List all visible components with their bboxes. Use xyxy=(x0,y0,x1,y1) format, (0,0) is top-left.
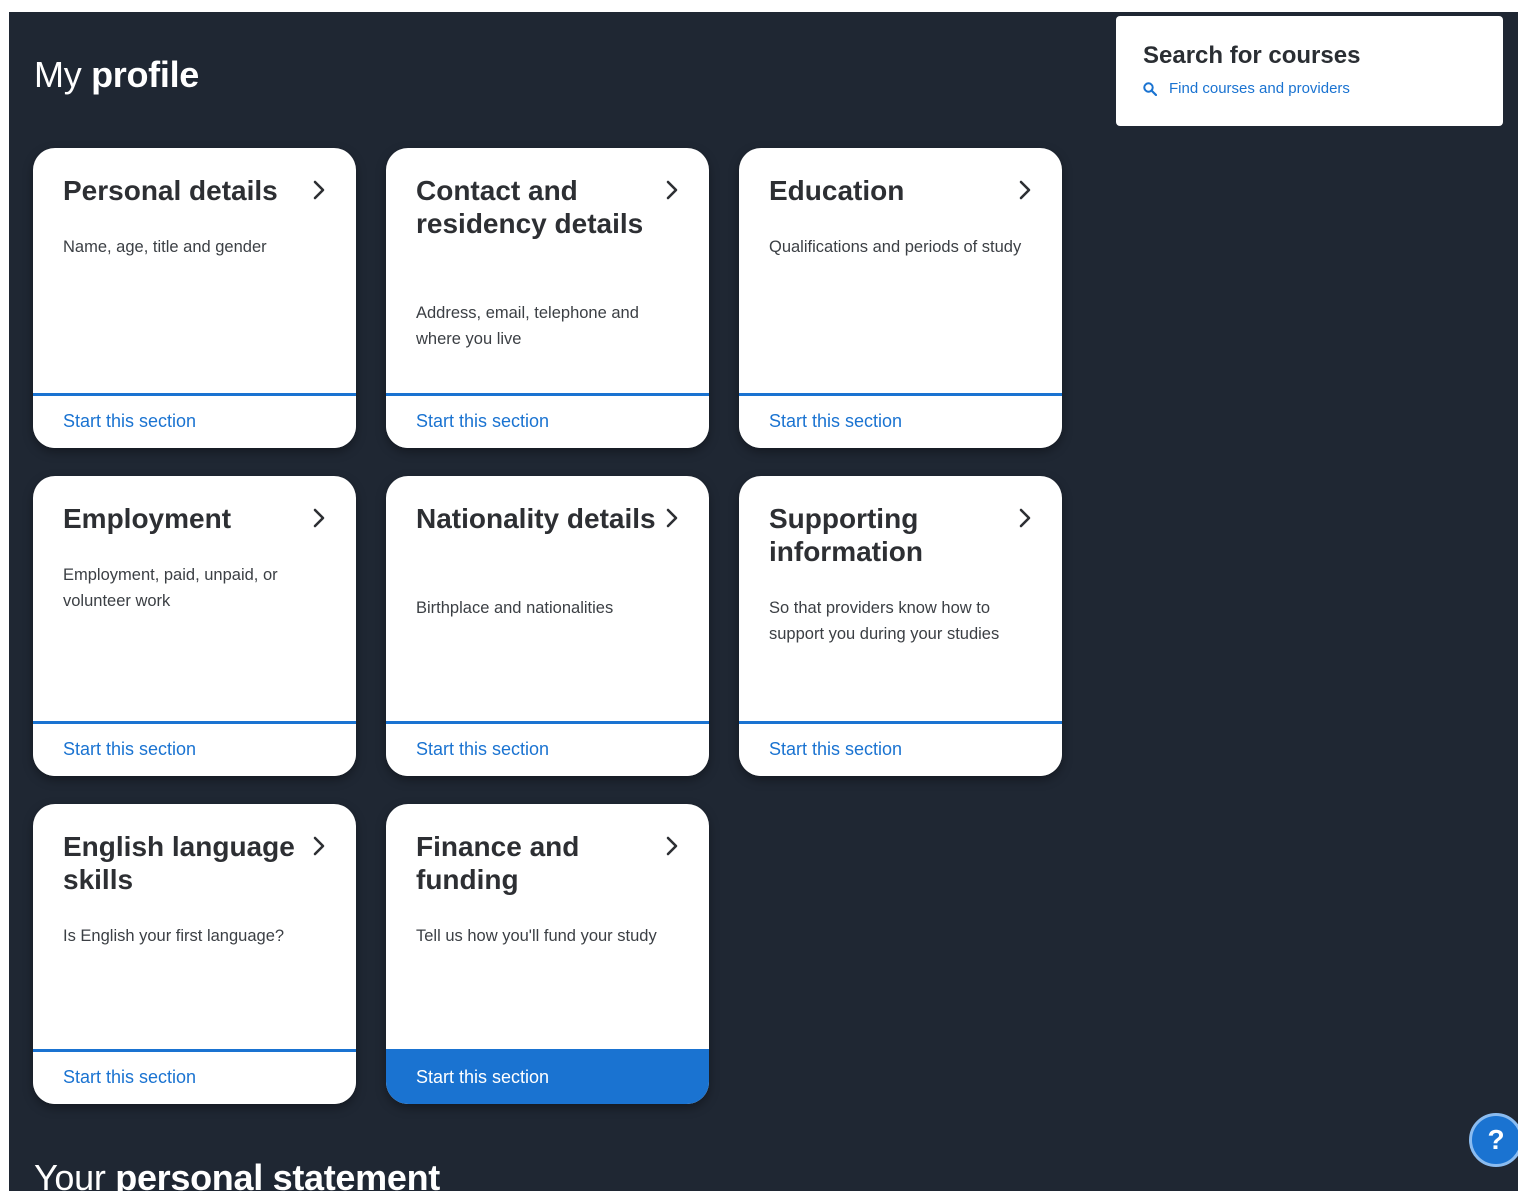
start-section-button[interactable]: Start this section xyxy=(739,721,1062,776)
card-title: Contact and residency details xyxy=(416,175,644,239)
personal-statement-heading: Your personal statement xyxy=(34,1157,440,1191)
card-description: Is English your first language? xyxy=(63,927,285,945)
start-section-button[interactable]: Start this section xyxy=(386,721,709,776)
chevron-right-icon xyxy=(1019,180,1031,200)
card-description: Address, email, telephone and where you … xyxy=(416,304,639,348)
card-title: Nationality details xyxy=(416,503,656,534)
card-supporting-information[interactable]: Supporting information So that providers… xyxy=(739,476,1062,776)
card-description: Tell us how you'll fund your study xyxy=(416,927,657,945)
search-icon xyxy=(1143,81,1157,96)
chevron-right-icon xyxy=(313,508,325,528)
start-section-button[interactable]: Start this section xyxy=(33,393,356,448)
card-title: Employment xyxy=(63,503,232,534)
start-section-button[interactable]: Start this section xyxy=(739,393,1062,448)
card-description: Qualifications and periods of study xyxy=(769,238,1022,256)
personal-statement-bold: personal statement xyxy=(115,1157,440,1191)
start-section-button[interactable]: Start this section xyxy=(33,1049,356,1104)
card-english-language-skills[interactable]: English language skills Is English your … xyxy=(33,804,356,1104)
find-courses-link[interactable]: Find courses and providers xyxy=(1143,80,1503,97)
card-description: Employment, paid, unpaid, or volunteer w… xyxy=(63,566,278,610)
chevron-right-icon xyxy=(666,836,678,856)
card-title: Personal details xyxy=(63,175,278,206)
card-description: So that providers know how to support yo… xyxy=(769,599,1000,643)
help-button[interactable]: ? xyxy=(1469,1113,1518,1167)
profile-page: My profile Search for courses Find cours… xyxy=(9,12,1518,1191)
start-section-button[interactable]: Start this section xyxy=(386,1049,709,1104)
card-personal-details[interactable]: Personal details Name, age, title and ge… xyxy=(33,148,356,448)
chevron-right-icon xyxy=(1019,508,1031,528)
chevron-right-icon xyxy=(666,508,678,528)
card-title: Supporting information xyxy=(769,503,923,567)
chevron-right-icon xyxy=(313,180,325,200)
card-nationality-details[interactable]: Nationality details Birthplace and natio… xyxy=(386,476,709,776)
chevron-right-icon xyxy=(313,836,325,856)
find-courses-link-label: Find courses and providers xyxy=(1169,80,1350,97)
card-contact-residency[interactable]: Contact and residency details Address, e… xyxy=(386,148,709,448)
search-courses-title: Search for courses xyxy=(1143,42,1361,69)
search-courses-panel: Search for courses Find courses and prov… xyxy=(1116,16,1503,126)
page-title-bold: profile xyxy=(91,54,199,95)
help-icon: ? xyxy=(1487,1124,1505,1155)
card-title: Education xyxy=(769,175,905,206)
page-title-prefix: My xyxy=(34,54,82,95)
start-section-button[interactable]: Start this section xyxy=(386,393,709,448)
card-education[interactable]: Education Qualifications and periods of … xyxy=(739,148,1062,448)
chevron-right-icon xyxy=(666,180,678,200)
card-finance-funding[interactable]: Finance and funding Tell us how you'll f… xyxy=(386,804,709,1104)
start-section-button[interactable]: Start this section xyxy=(33,721,356,776)
card-description: Name, age, title and gender xyxy=(63,238,267,256)
personal-statement-prefix: Your xyxy=(34,1157,106,1191)
card-title: English language skills xyxy=(63,831,295,895)
card-employment[interactable]: Employment Employment, paid, unpaid, or … xyxy=(33,476,356,776)
profile-sections-grid: Personal details Name, age, title and ge… xyxy=(33,148,1062,1104)
page-title: My profile xyxy=(34,54,199,96)
card-title: Finance and funding xyxy=(416,831,580,895)
card-description: Birthplace and nationalities xyxy=(416,599,614,617)
